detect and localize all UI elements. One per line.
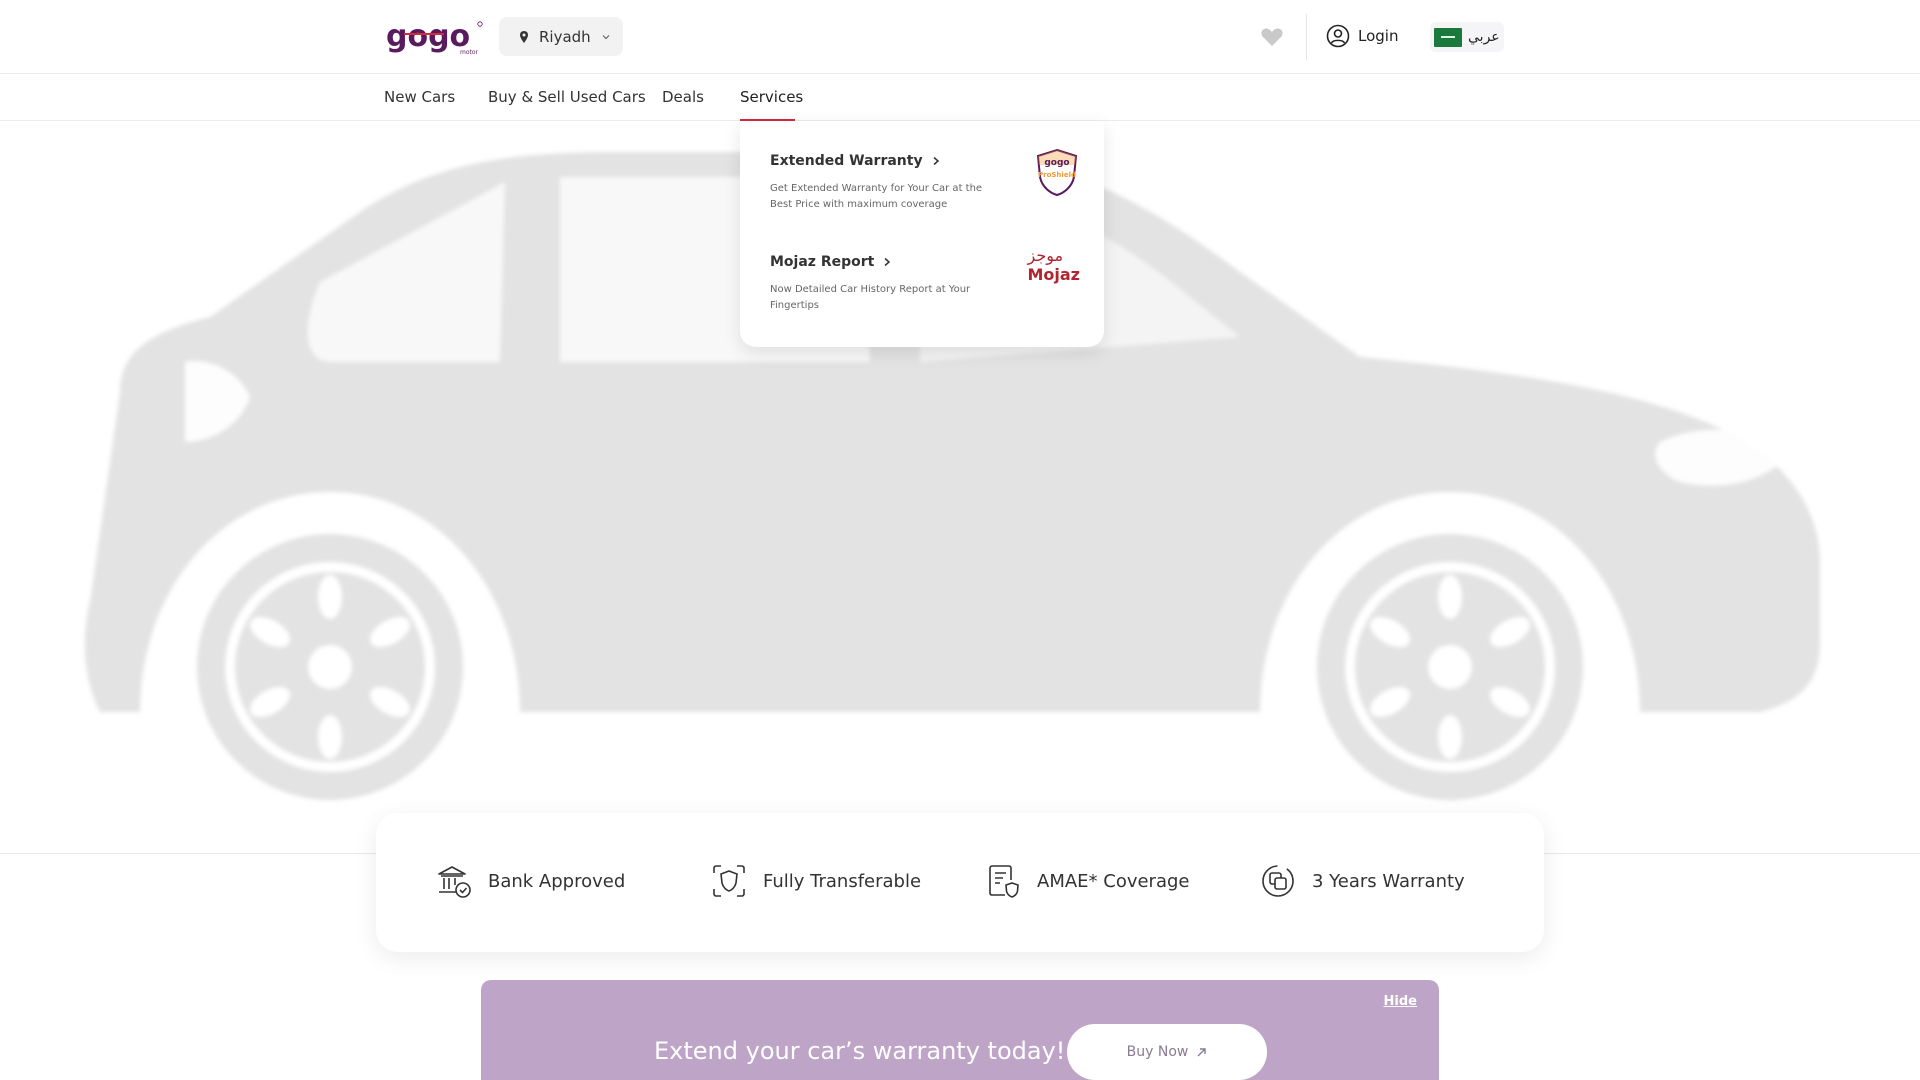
nav-buy-sell-used-cars[interactable]: Buy & Sell Used Cars — [488, 88, 646, 106]
main-nav: New Cars Buy & Sell Used Cars Deals Serv… — [0, 74, 1920, 121]
nav-deals[interactable]: Deals — [662, 88, 704, 106]
location-pin-icon — [520, 30, 528, 43]
nav-new-cars[interactable]: New Cars — [384, 88, 455, 106]
top-header: gogo motor Riyadh Login عربي — [0, 0, 1920, 74]
warranty-promo-banner: Hide Extend your car’s warranty today! B… — [481, 980, 1439, 1080]
city-label: Riyadh — [539, 27, 591, 46]
saudi-flag-icon — [1434, 27, 1462, 47]
mojaz-logo: موجز Mojaz — [1027, 246, 1080, 284]
mojaz-report-description: Now Detailed Car History Report at Your … — [770, 284, 971, 311]
bank-check-icon — [438, 866, 471, 898]
svg-text:ProShield: ProShield — [1038, 171, 1076, 179]
language-switch[interactable]: عربي — [1430, 22, 1504, 52]
proshield-logo: gogo ProShield — [1036, 148, 1078, 197]
mojaz-report-title: Mojaz Report — [770, 254, 875, 270]
gogo-logo[interactable]: gogo motor — [384, 18, 484, 58]
nav-services[interactable]: Services — [740, 88, 803, 106]
menu-item-extended-warranty[interactable]: Extended Warranty Get Extended Warranty … — [770, 148, 1080, 213]
feature-label: AMAE* Coverage — [1037, 870, 1190, 892]
chevron-right-icon — [933, 156, 939, 166]
document-shield-icon — [989, 865, 1019, 898]
header-divider — [1306, 14, 1307, 60]
city-selector[interactable]: Riyadh — [499, 17, 623, 56]
arrow-up-right-icon — [1197, 1047, 1207, 1056]
svg-text:motor: motor — [460, 49, 479, 56]
chevron-right-icon — [884, 257, 891, 267]
feature-amae-coverage: AMAE* Coverage — [985, 863, 1190, 899]
features-card: Bank Approved Fully Transferable AMAE* C… — [376, 813, 1544, 952]
feature-fully-transferable: Fully Transferable — [711, 863, 921, 899]
favorites-heart-icon[interactable] — [1260, 26, 1284, 48]
feature-bank-approved: Bank Approved — [436, 863, 625, 899]
buy-now-label: Buy Now — [1126, 1044, 1189, 1060]
banner-headline: Extend your car’s warranty today! — [654, 1037, 1066, 1065]
login-label: Login — [1358, 27, 1399, 45]
shield-scan-icon — [713, 865, 745, 897]
hide-banner-link[interactable]: Hide — [1384, 994, 1417, 1009]
feature-label: Fully Transferable — [763, 870, 922, 892]
chevron-down-icon — [602, 34, 610, 39]
login-button[interactable]: Login — [1326, 24, 1398, 48]
feature-label: Bank Approved — [488, 870, 626, 892]
svg-text:gogo: gogo — [1044, 158, 1069, 168]
extended-warranty-description: Get Extended Warranty for Your Car at th… — [770, 183, 983, 210]
extended-warranty-title: Extended Warranty — [770, 153, 923, 169]
menu-item-mojaz-report[interactable]: Mojaz Report Now Detailed Car History Re… — [770, 246, 1080, 314]
feature-label: 3 Years Warranty — [1312, 870, 1465, 892]
svg-text:gogo: gogo — [386, 19, 470, 54]
feature-3-years-warranty: 3 Years Warranty — [1260, 863, 1465, 899]
user-icon — [1326, 24, 1350, 48]
services-dropdown-menu: Extended Warranty Get Extended Warranty … — [740, 121, 1104, 347]
layered-squares-icon — [1262, 865, 1294, 897]
buy-now-button[interactable]: Buy Now — [1067, 1024, 1267, 1080]
language-label: عربي — [1468, 29, 1500, 45]
